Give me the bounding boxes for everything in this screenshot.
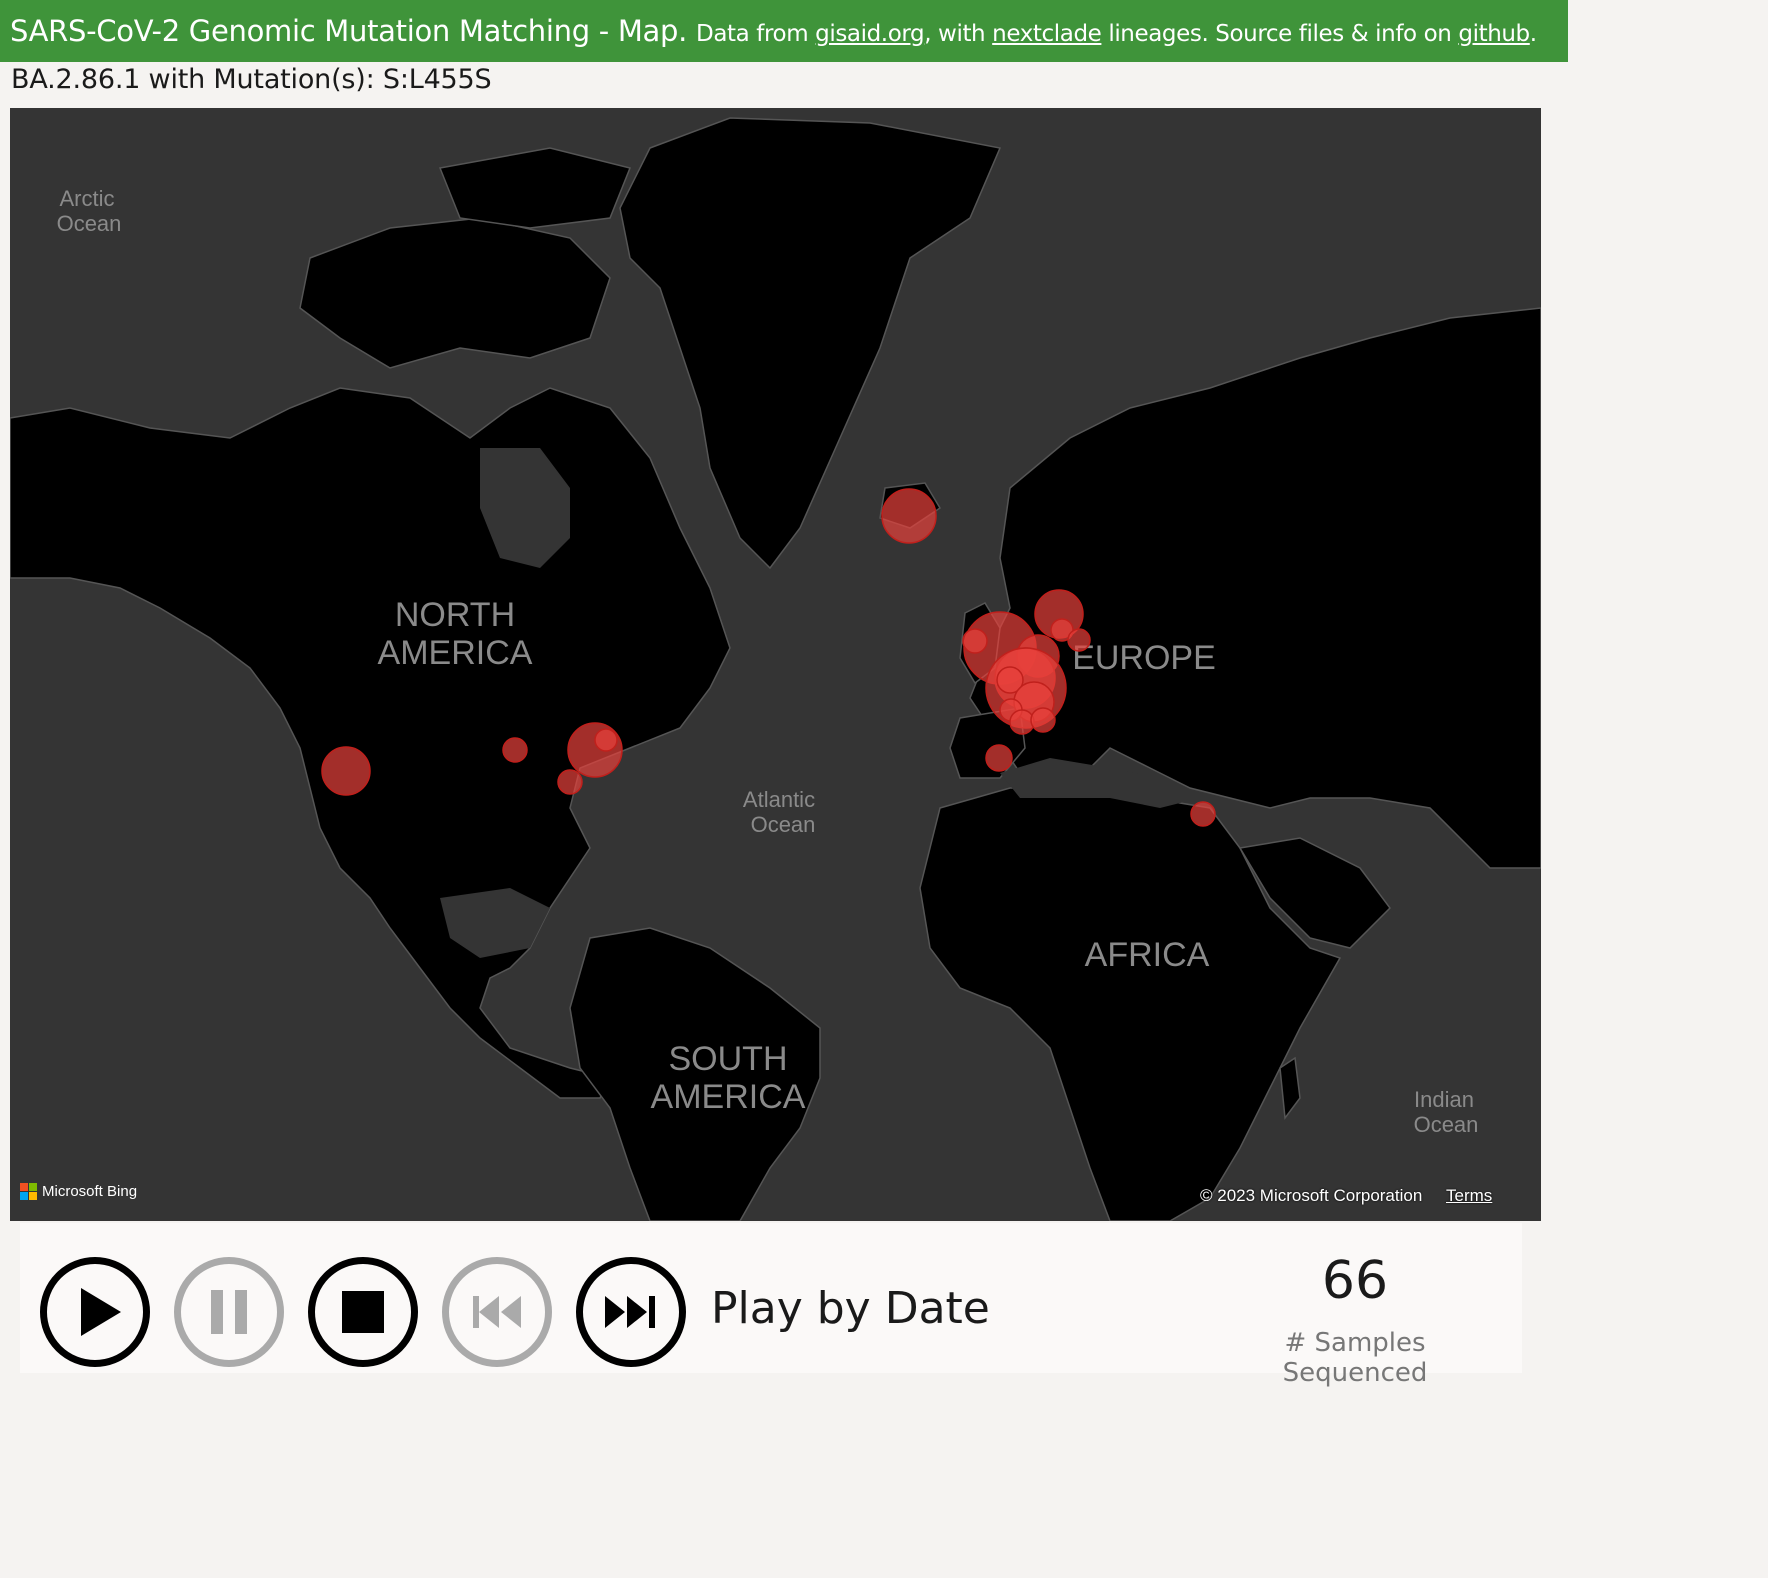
label-indian-1: Indian	[1414, 1087, 1474, 1112]
label-arctic-1: Arctic	[60, 186, 115, 211]
stop-icon	[342, 1291, 384, 1333]
label-atlantic-1: Atlantic	[743, 787, 815, 812]
bubble-italy[interactable]	[1030, 707, 1056, 733]
bubble-uk-2[interactable]	[962, 628, 988, 654]
bing-attribution: Microsoft Bing	[20, 1183, 137, 1200]
label-africa: AFRICA	[1085, 936, 1210, 974]
label-arctic-2: Ocean	[57, 211, 122, 236]
skip-back-icon	[473, 1296, 521, 1328]
label-atlantic-2: Ocean	[751, 812, 816, 837]
label-europe: EUROPE	[1072, 639, 1216, 677]
terms-link[interactable]: Terms	[1446, 1186, 1492, 1206]
bubble-germany-north[interactable]	[1067, 628, 1091, 652]
sample-count-label: # Samples Sequenced	[1282, 1328, 1428, 1388]
microsoft-logo-icon	[20, 1183, 37, 1200]
pause-icon	[211, 1290, 247, 1334]
bubble-us-southeast[interactable]	[557, 769, 583, 795]
skip-forward-button[interactable]	[576, 1257, 686, 1367]
stop-button[interactable]	[308, 1257, 418, 1367]
bubble-us-midwest[interactable]	[502, 737, 528, 763]
play-by-date-label: Play by Date	[711, 1283, 990, 1334]
playback-controls: Play by Date 66 # Samples Sequenced	[20, 1223, 1522, 1388]
bubble-us-northeast[interactable]	[594, 728, 618, 752]
bubble-israel[interactable]	[1190, 801, 1216, 827]
header-sub-mid: , with	[924, 21, 986, 47]
map-canvas[interactable]: NORTH AMERICA SOUTH AMERICA EUROPE AFRIC…	[10, 108, 1541, 1221]
header-bar: SARS-CoV-2 Genomic Mutation Matching - M…	[0, 0, 1568, 62]
mutation-subtitle: BA.2.86.1 with Mutation(s): S:L455S	[11, 64, 492, 95]
label-north-america-1: NORTH	[395, 596, 515, 634]
bubble-france-south[interactable]	[1009, 709, 1035, 735]
label-indian-2: Ocean	[1414, 1112, 1479, 1137]
play-button[interactable]	[40, 1257, 150, 1367]
github-link[interactable]: github	[1458, 21, 1530, 47]
header-sub-prefix: Data from	[696, 21, 809, 47]
header-subtitle: Data from gisaid.org, with nextclade lin…	[696, 21, 1537, 47]
header-sub-end: .	[1529, 21, 1537, 47]
bubble-us-east[interactable]	[567, 722, 623, 778]
bubble-spain[interactable]	[985, 744, 1013, 772]
pause-button[interactable]	[174, 1257, 284, 1367]
label-south-america-2: AMERICA	[651, 1078, 806, 1116]
nextclade-link[interactable]: nextclade	[992, 21, 1102, 47]
skip-back-button[interactable]	[442, 1257, 552, 1367]
label-south-america-1: SOUTH	[669, 1040, 788, 1078]
header-sub-mid2: lineages. Source files & info on	[1108, 21, 1452, 47]
bubble-iceland[interactable]	[881, 488, 937, 544]
play-icon	[81, 1288, 121, 1336]
bing-label: Microsoft Bing	[42, 1183, 138, 1200]
app-title: SARS-CoV-2 Genomic Mutation Matching - M…	[10, 14, 688, 48]
map-copyright: © 2023 Microsoft Corporation	[1200, 1186, 1423, 1205]
sample-count: 66	[1321, 1251, 1389, 1311]
skip-forward-icon	[605, 1296, 655, 1328]
bubble-us-west[interactable]	[321, 746, 371, 796]
label-north-america-2: AMERICA	[378, 634, 533, 672]
gisaid-link[interactable]: gisaid.org	[815, 21, 924, 47]
map-panel[interactable]: NORTH AMERICA SOUTH AMERICA EUROPE AFRIC…	[10, 108, 1541, 1221]
